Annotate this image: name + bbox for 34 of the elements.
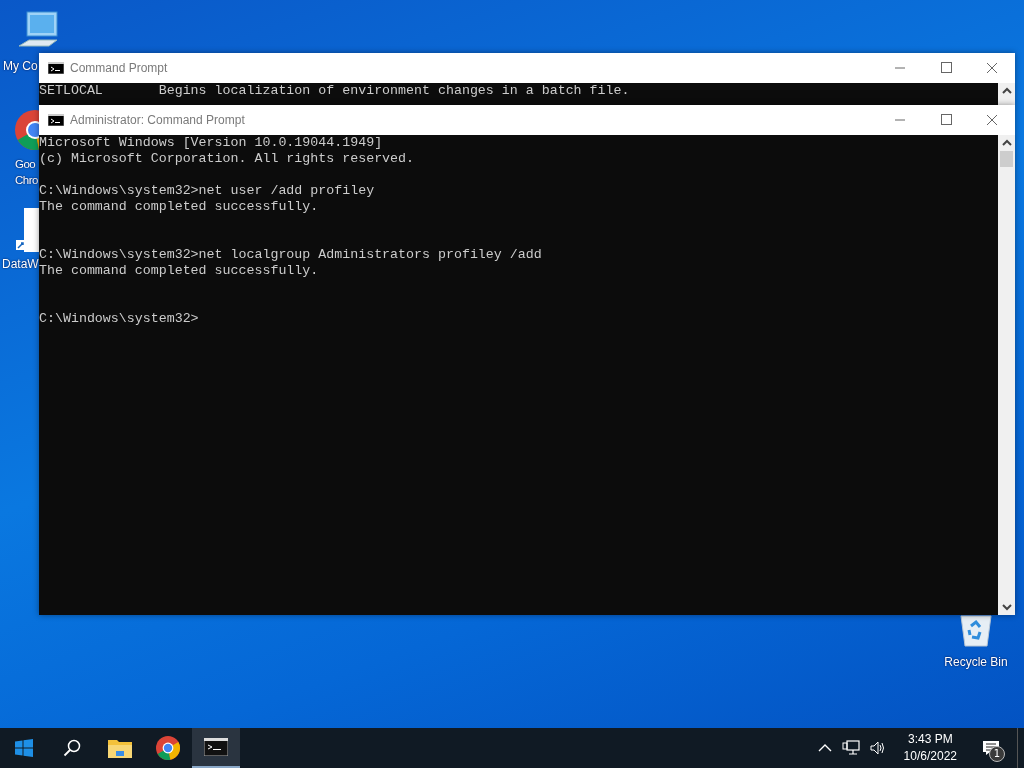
network-icon[interactable] [841, 740, 860, 756]
console-icon [48, 62, 64, 74]
icon-label: My Co [3, 58, 38, 74]
notification-badge: 1 [989, 746, 1005, 762]
scrollbar[interactable] [998, 83, 1015, 105]
windows-logo-icon[interactable] [15, 739, 33, 757]
clock-date: 10/6/2022 [903, 748, 957, 765]
scrollbar[interactable] [998, 135, 1015, 615]
folder-icon[interactable] [108, 738, 132, 758]
search-icon[interactable] [63, 739, 81, 757]
document-icon[interactable] [16, 208, 39, 254]
console-line: The command completed successfully. [39, 263, 319, 279]
console-line: Microsoft Windows [Version 10.0.19044.1949] [39, 135, 383, 151]
console-line: C:\Windows\system32> [39, 311, 199, 327]
show-hidden-icons-icon[interactable] [817, 743, 832, 753]
icon-label: Recycle Bin [944, 654, 1008, 670]
clock[interactable]: 3:43 PM 10/6/2022 [895, 731, 965, 765]
icon-label: Chro [15, 173, 38, 188]
recycle-bin-icon[interactable] [958, 614, 994, 648]
volume-icon[interactable] [869, 741, 886, 755]
console-icon[interactable] [204, 738, 228, 756]
window-title: Command Prompt [70, 61, 169, 75]
icon-label: DataW [2, 257, 39, 271]
console-line: C:\Windows\system32>net localgroup Administrators profiley /add [39, 247, 542, 262]
console-icon [48, 114, 64, 126]
icon-label: Goo [15, 157, 36, 172]
console-line: The command completed successfully. [39, 199, 319, 215]
console-line: (c) Microsoft Corporation. All rights reserved. [39, 151, 415, 167]
clock-time: 3:43 PM [907, 731, 953, 748]
console-line: C:\Windows\system32>net user /add profiley [39, 183, 375, 199]
scroll-thumb[interactable] [1000, 151, 1013, 167]
console-line: SETLOCAL Begins localization of environment changes in a batch file. [39, 83, 630, 99]
window-title: Administrator: Command Prompt [70, 113, 246, 127]
chrome-icon[interactable] [156, 736, 180, 760]
